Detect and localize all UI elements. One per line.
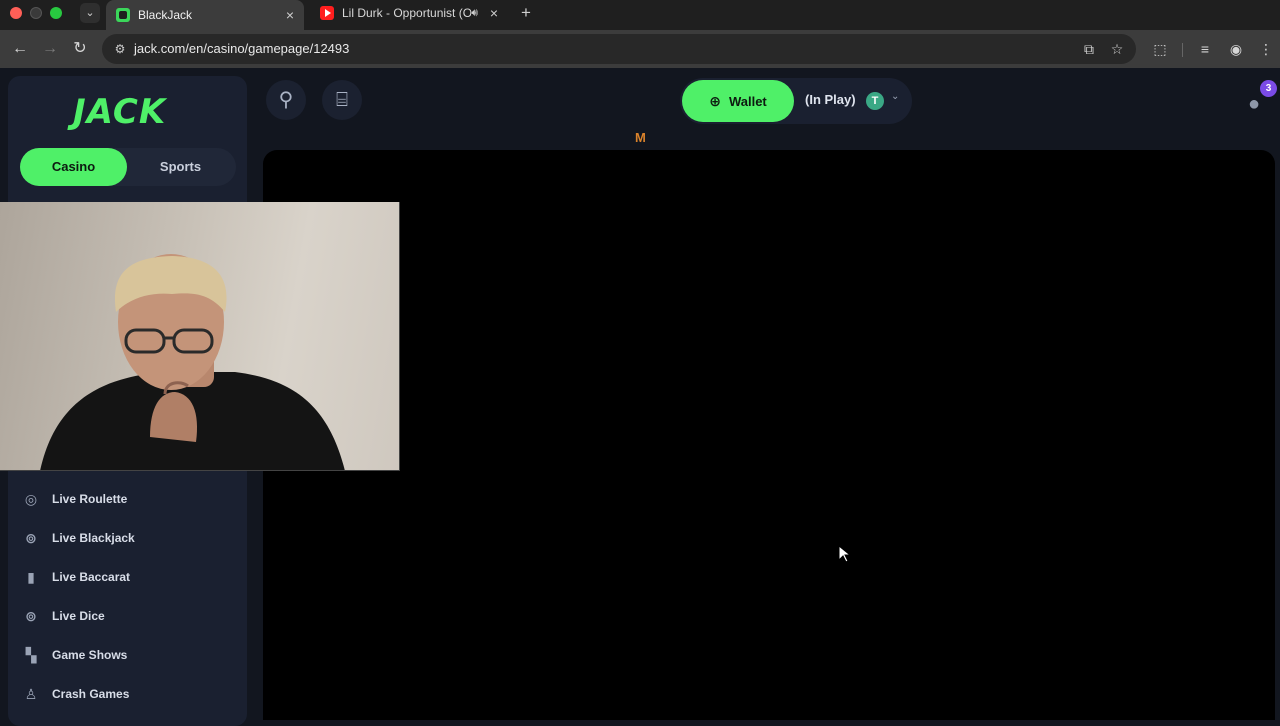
sidebar-item-live-roulette[interactable]: ◎ Live Roulette [22,479,232,518]
reload-icon[interactable]: ↻ [70,39,90,59]
window-maximize-button[interactable] [50,7,62,19]
cards-icon: ▚ [25,646,37,663]
tab-close-icon[interactable]: × [486,5,502,21]
wallet-label: Wallet [728,93,767,109]
wallet-icon: ⊕ [709,92,721,109]
sidebar-item-label: Game Shows [52,647,128,662]
browser-tab-blackjack[interactable]: BlackJack × [106,0,304,30]
youtube-favicon-icon [320,6,334,20]
sports-tab[interactable]: Sports [127,148,234,186]
sidebar-item-label: Live Dice [52,608,105,623]
bookmark-star-icon[interactable]: ☆ [1108,40,1126,58]
media-control-icon[interactable]: ≡ [1195,39,1215,59]
casino-tab[interactable]: Casino [20,148,127,186]
tab-title: BlackJack [138,8,193,22]
casino-sports-switch: Casino Sports [20,148,236,186]
back-arrow-icon[interactable]: ← [10,39,30,59]
live-icon: ⊚ [25,607,37,624]
chevron-down-icon[interactable]: ⌄ [891,91,899,102]
roulette-icon: ◎ [24,490,38,507]
new-tab-plus-icon[interactable]: + [516,3,536,23]
game-iframe[interactable] [263,150,1275,720]
window-close-button[interactable] [10,7,22,19]
sidebar-item-live-baccarat[interactable]: ▮ Live Baccarat [22,557,232,596]
site-info-icon[interactable]: ⚙ [112,41,128,57]
mouse-pointer-icon [838,545,852,563]
browser-toolbar: ← → ↻ ⚙ jack.com/en/casino/gamepage/1249… [0,30,1280,68]
sidebar-item-live-blackjack[interactable]: ⊚ Live Blackjack [22,518,232,557]
audio-playing-icon[interactable]: 🔊︎ [471,7,478,20]
notification-badge[interactable]: 3 [1260,80,1277,97]
window-minimize-button[interactable] [30,7,42,19]
sidebar-item-label: Crash Games [52,686,130,701]
forward-arrow-icon[interactable]: → [40,39,60,59]
currency-coin-icon[interactable]: T [866,92,884,110]
sidebar-nav-list: ◎ Live Roulette ⊚ Live Blackjack ▮ Live … [22,479,232,713]
sidebar-item-label: Live Baccarat [52,569,131,584]
jack-logo[interactable]: JACK [73,92,166,132]
tab-close-icon[interactable]: × [282,7,298,23]
wallet-button[interactable]: ⊕ Wallet [682,80,794,122]
toolbar-divider [1182,43,1183,57]
sidebar-item-game-shows[interactable]: ▚ Game Shows [22,635,232,674]
game-loader-mark: M [635,130,646,145]
jack-favicon-icon [116,8,130,22]
browser-tab-youtube[interactable]: Lil Durk - Opportunist (Of 🔊︎ × [310,0,508,26]
sidebar-item-crash-games[interactable]: ♙ Crash Games [22,674,232,713]
joystick-icon: ♙ [24,685,38,702]
tab-title: Lil Durk - Opportunist (Of [342,6,472,20]
gift-icon[interactable]: ⌸ [322,80,362,120]
sidebar-item-live-dice[interactable]: ⊚ Live Dice [22,596,232,635]
card-icon: ▮ [27,568,35,585]
menu-kebab-icon[interactable]: ⋮ [1256,39,1276,59]
browser-tab-strip: ⌄ BlackJack × Lil Durk - Opportunist (Of… [0,0,1280,30]
search-icon[interactable]: ⚲ [266,80,306,120]
install-app-icon[interactable]: ⧉ [1080,40,1098,58]
address-bar[interactable]: ⚙ jack.com/en/casino/gamepage/12493 ⧉ ☆ [102,34,1136,64]
wallet-bar: ⊕ Wallet (In Play) T ⌄ [680,78,912,124]
webcam-person-image [40,254,345,470]
tab-search-chevron-icon[interactable]: ⌄ [80,3,100,23]
url-text[interactable]: jack.com/en/casino/gamepage/12493 [134,41,349,56]
extensions-puzzle-icon[interactable]: ⬚ [1150,39,1170,59]
sidebar-item-label: Live Roulette [52,491,128,506]
live-icon: ⊚ [25,529,37,546]
balance-status: (In Play) [805,92,856,107]
webcam-overlay [0,202,400,471]
sidebar-item-label: Live Blackjack [52,530,135,545]
profile-icon[interactable]: ◉ [1226,39,1246,59]
